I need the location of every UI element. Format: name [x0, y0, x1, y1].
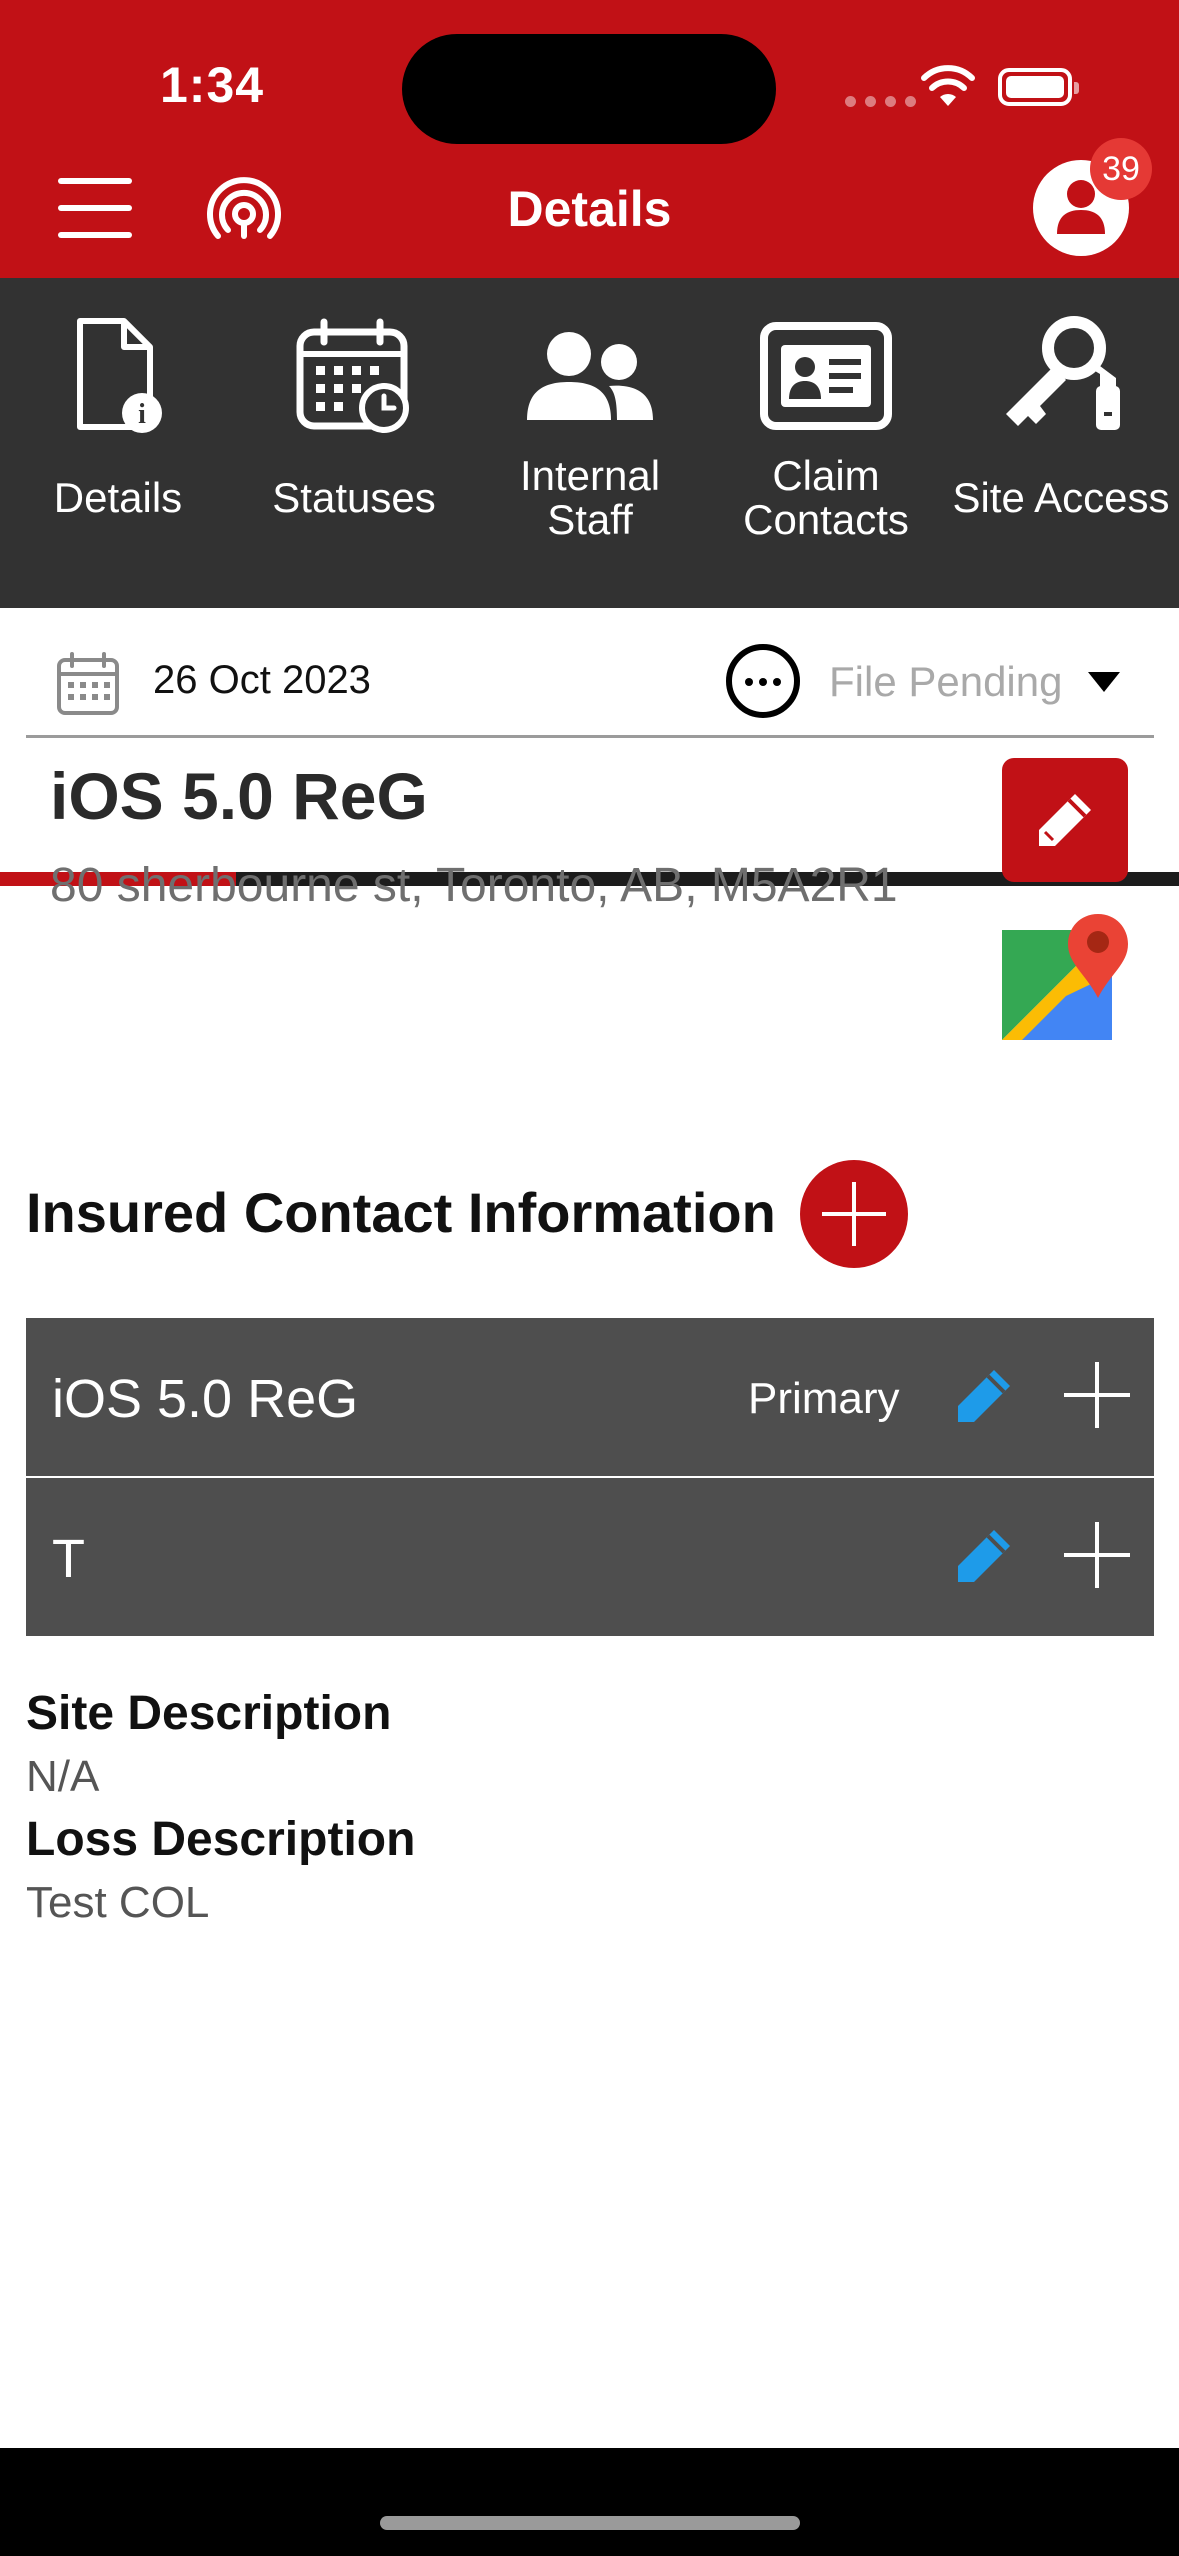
section-tab-bar: i Details Statuses Internal Staff Claim …	[0, 278, 1179, 886]
more-options-icon[interactable]	[726, 644, 800, 718]
tab-statuses[interactable]: Statuses	[236, 278, 472, 608]
file-status-select[interactable]: File Pending	[829, 658, 1062, 706]
loss-description-value: Test COL	[26, 1878, 210, 1927]
svg-text:i: i	[138, 399, 146, 430]
contact-name: iOS 5.0 ReG	[52, 1369, 359, 1429]
tab-claim-contacts[interactable]: Claim Contacts	[708, 278, 944, 608]
plus-icon[interactable]	[1064, 1362, 1130, 1428]
calendar-icon[interactable]	[56, 652, 120, 716]
claim-date: 26 Oct 2023	[153, 658, 371, 702]
pencil-icon	[1039, 794, 1091, 846]
contact-name: T	[52, 1529, 85, 1589]
tab-details[interactable]: i Details	[0, 278, 236, 608]
tab-label: Internal Staff	[519, 452, 661, 543]
bottom-safe-area	[0, 2448, 1179, 2556]
edit-claim-button[interactable]	[1002, 758, 1128, 882]
status-time: 1:34	[160, 57, 265, 113]
site-description-value: N/A	[26, 1752, 100, 1801]
battery-icon	[998, 68, 1079, 106]
site-description-label: Site Description	[26, 1687, 392, 1740]
claim-address: 80 sherbourne st, Toronto, AB, M5A2R1	[50, 859, 898, 912]
cellular-signal-icon	[845, 96, 916, 107]
tab-label: Site Access	[952, 474, 1170, 521]
dynamic-island	[402, 34, 776, 144]
tab-site-access[interactable]: Site Access	[943, 278, 1179, 608]
google-maps-icon[interactable]	[1002, 914, 1128, 1040]
tab-label: Claim Contacts	[743, 452, 909, 543]
contact-row[interactable]: iOS 5.0 ReG Primary	[26, 1318, 1154, 1476]
keys-icon	[1006, 316, 1120, 430]
contact-row[interactable]: T	[26, 1478, 1154, 1636]
calendar-clock-icon	[296, 318, 409, 433]
home-indicator[interactable]	[380, 2516, 800, 2530]
app-header: 1:34 Details 39	[0, 0, 1179, 278]
page-title: Details	[507, 181, 672, 237]
document-info-icon: i	[77, 318, 162, 433]
claim-date-status-row: 26 Oct 2023 File Pending	[26, 630, 1154, 738]
insured-contact-heading: Insured Contact Information	[26, 1181, 776, 1244]
loss-description-label: Loss Description	[26, 1813, 416, 1866]
pencil-icon[interactable]	[954, 1368, 1012, 1426]
tab-label: Statuses	[272, 474, 436, 521]
contact-card-icon	[760, 322, 892, 430]
pencil-icon[interactable]	[954, 1528, 1012, 1586]
chevron-down-icon[interactable]	[1088, 672, 1120, 692]
tab-label: Details	[53, 474, 183, 521]
claim-title: iOS 5.0 ReG	[50, 759, 428, 833]
tab-internal-staff[interactable]: Internal Staff	[472, 278, 708, 608]
plus-icon[interactable]	[1064, 1522, 1130, 1588]
notification-badge: 39	[1090, 138, 1152, 200]
primary-badge: Primary	[748, 1374, 900, 1423]
wifi-icon	[921, 65, 975, 106]
people-icon	[527, 332, 653, 420]
add-contact-button[interactable]	[800, 1160, 908, 1268]
